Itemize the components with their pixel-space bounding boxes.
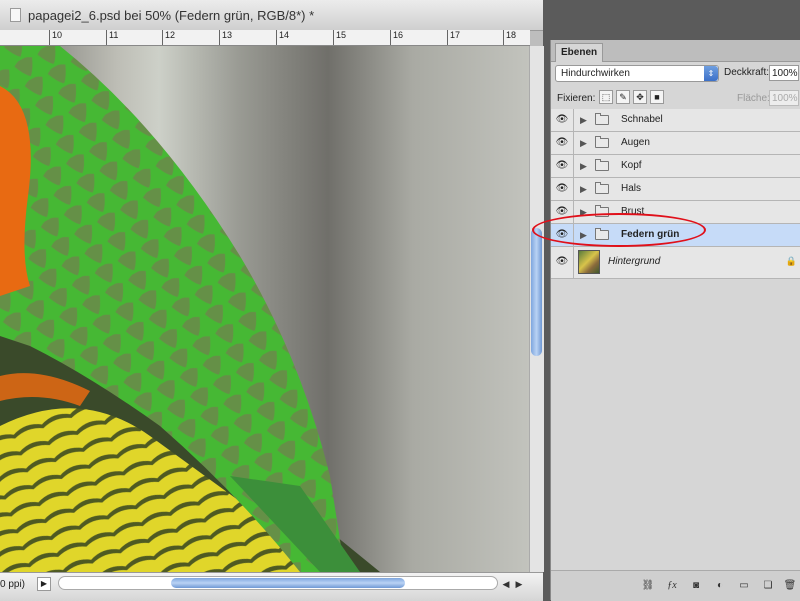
ruler-tick: 11 <box>106 30 118 45</box>
layers-bottom-bar: ⛓ ƒx ◙ ◐ ▭ ❏ 🗑 <box>551 570 800 601</box>
visibility-eye-icon[interactable]: 👁 <box>551 247 574 278</box>
mask-icon[interactable]: ◙ <box>689 579 703 593</box>
vertical-scroll-thumb[interactable] <box>531 228 542 356</box>
expand-triangle-icon[interactable]: ▶ <box>580 138 587 149</box>
scroll-left-icon[interactable]: ◀ <box>500 577 512 591</box>
link-icon[interactable]: ⛓ <box>641 579 655 593</box>
fx-icon[interactable]: ƒx <box>665 579 679 593</box>
ruler-tick: 15 <box>333 30 346 45</box>
background-layer-name: Hintergrund <box>608 256 661 267</box>
ruler-tick: 16 <box>390 30 403 45</box>
layer-name: Schnabel <box>621 114 663 125</box>
background-layer-row[interactable]: 👁 Hintergrund 🔒 <box>551 247 800 279</box>
expand-triangle-icon[interactable]: ▶ <box>580 184 587 195</box>
panel-tab-bar: Ebenen <box>551 40 800 62</box>
document-title: papagei2_6.psd bei 50% (Federn grün, RGB… <box>28 8 315 23</box>
visibility-eye-icon[interactable]: 👁 <box>551 178 574 200</box>
layer-row[interactable]: 👁 ▶ Kopf <box>551 155 800 178</box>
status-menu-arrow[interactable]: ▶ <box>37 577 51 591</box>
lock-all-icon[interactable]: ■ <box>650 90 664 104</box>
new-layer-icon[interactable]: ❏ <box>761 579 775 593</box>
lock-label: Fixieren: <box>557 93 596 104</box>
tab-layers[interactable]: Ebenen <box>555 43 604 62</box>
horizontal-ruler[interactable]: 10 11 12 13 14 15 16 17 18 <box>0 30 530 46</box>
fill-label: Fläche: <box>737 93 770 104</box>
group-icon[interactable]: ▭ <box>737 579 751 593</box>
opacity-field[interactable]: 100% <box>769 65 799 81</box>
visibility-eye-icon[interactable]: 👁 <box>551 132 574 154</box>
layer-name: Augen <box>621 137 650 148</box>
document-titlebar[interactable]: papagei2_6.psd bei 50% (Federn grün, RGB… <box>0 0 543 31</box>
layer-row[interactable]: 👁 ▶ Augen <box>551 132 800 155</box>
ruler-tick: 12 <box>162 30 175 45</box>
adjustment-icon[interactable]: ◐ <box>713 579 727 593</box>
image-canvas[interactable] <box>0 46 529 572</box>
layer-row[interactable]: 👁 ▶ Hals <box>551 178 800 201</box>
chevron-updown-icon: ⇕ <box>704 66 718 81</box>
layer-list: 👁 ▶ Schnabel 👁 ▶ Augen 👁 ▶ Kopf 👁 ▶ Hals… <box>551 109 800 279</box>
folder-icon <box>595 136 609 148</box>
scroll-right-icon[interactable]: ▶ <box>513 577 525 591</box>
folder-icon <box>595 182 609 194</box>
lock-transparency-icon[interactable]: ⬚ <box>599 90 613 104</box>
fill-field[interactable]: 100% <box>769 90 799 106</box>
status-bar: 0 ppi) ▶ ◀ ▶ <box>0 572 543 601</box>
document-window: papagei2_6.psd bei 50% (Federn grün, RGB… <box>0 0 544 601</box>
trash-icon[interactable]: 🗑 <box>783 579 797 593</box>
ruler-tick: 17 <box>447 30 460 45</box>
lock-position-icon[interactable]: ✥ <box>633 90 647 104</box>
highlight-ellipse <box>532 213 706 247</box>
ruler-tick: 14 <box>276 30 289 45</box>
vertical-scrollbar[interactable] <box>529 46 544 572</box>
blend-mode-value: Hindurchwirken <box>561 68 630 79</box>
document-icon <box>10 8 21 22</box>
zoom-status: 0 ppi) <box>0 579 26 590</box>
layer-name: Hals <box>621 183 642 194</box>
folder-icon <box>595 113 609 125</box>
ruler-tick: 10 <box>49 30 62 45</box>
expand-triangle-icon[interactable]: ▶ <box>580 115 587 126</box>
lock-icon: 🔒 <box>785 256 797 266</box>
horizontal-scrollbar[interactable] <box>58 576 498 590</box>
ruler-tick: 18 <box>503 30 516 45</box>
layer-name: Kopf <box>621 160 642 171</box>
parrot-image <box>0 46 380 572</box>
visibility-eye-icon[interactable]: 👁 <box>551 155 574 177</box>
layer-thumbnail <box>578 250 600 274</box>
layers-panel: Ebenen Hindurchwirken ⇕ Deckkraft: 100% … <box>550 40 800 601</box>
blend-mode-select[interactable]: Hindurchwirken ⇕ <box>555 65 719 82</box>
horizontal-scroll-thumb[interactable] <box>171 578 405 588</box>
lock-paint-icon[interactable]: ✎ <box>616 90 630 104</box>
expand-triangle-icon[interactable]: ▶ <box>580 161 587 172</box>
opacity-label: Deckkraft: <box>724 67 770 78</box>
visibility-eye-icon[interactable]: 👁 <box>551 109 574 131</box>
folder-icon <box>595 159 609 171</box>
layer-row[interactable]: 👁 ▶ Schnabel <box>551 109 800 132</box>
ruler-tick: 13 <box>219 30 232 45</box>
